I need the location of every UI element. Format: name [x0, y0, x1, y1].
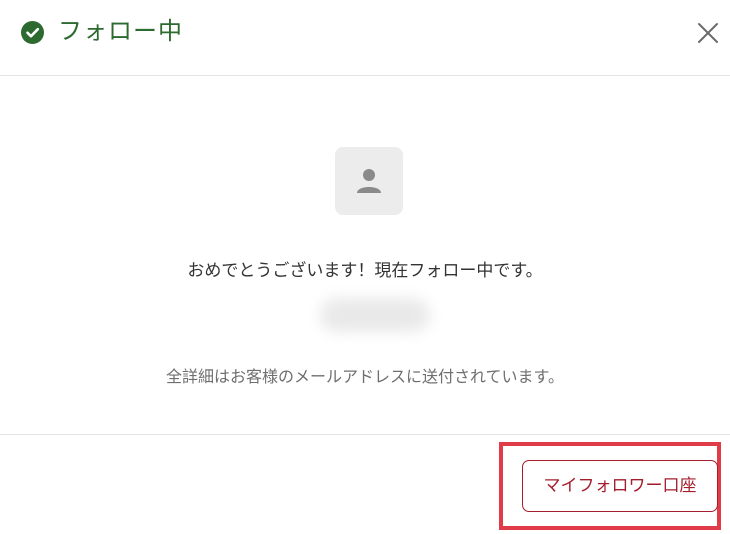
dialog-header: フォロー中 [0, 0, 730, 76]
follow-dialog: フォロー中 おめでとうございます！現在フォロー中です。 全詳細はお客様のメールア… [0, 0, 730, 534]
congrats-message: おめでとうございます！現在フォロー中です。 [187, 261, 543, 281]
my-follow-account-button[interactable]: マイフォロワー口座 [522, 460, 718, 512]
check-circle-icon [21, 21, 44, 44]
details-message: 全詳細はお客様のメールアドレスに送付されています。 [166, 367, 564, 386]
dialog-title: フォロー中 [58, 17, 183, 45]
blurred-trader-name [320, 298, 430, 332]
user-placeholder-icon [335, 147, 403, 215]
close-icon[interactable] [693, 18, 723, 48]
